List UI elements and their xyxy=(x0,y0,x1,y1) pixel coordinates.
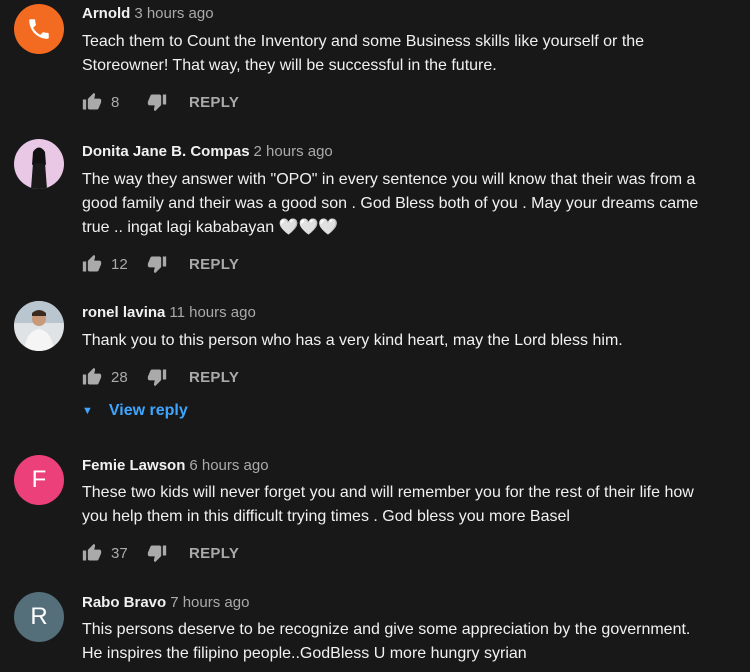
comment-text: This persons deserve to be recognize and… xyxy=(82,621,691,662)
like-count: 12 xyxy=(111,255,128,273)
timestamp[interactable]: 6 hours ago xyxy=(189,457,268,474)
author-name[interactable]: Arnold xyxy=(82,5,130,22)
reply-button[interactable]: REPLY xyxy=(189,94,239,111)
comment-text: Thank you to this person who has a very … xyxy=(82,332,623,349)
comment-header: ronel lavina 11 hours ago xyxy=(82,304,256,321)
reply-button[interactable]: REPLY xyxy=(189,545,239,562)
author-name[interactable]: Femie Lawson xyxy=(82,457,185,474)
comment-actions: 37 REPLY xyxy=(82,543,239,563)
comment-actions: 12 REPLY xyxy=(82,254,239,274)
comment-header: Femie Lawson 6 hours ago xyxy=(82,457,269,474)
like-count: 28 xyxy=(111,368,128,386)
dislike-icon[interactable] xyxy=(147,254,167,274)
caret-down-icon: ▼ xyxy=(82,405,93,417)
avatar[interactable] xyxy=(14,301,64,351)
comment-header: Donita Jane B. Compas 2 hours ago xyxy=(82,143,333,160)
comment-text: The way they answer with "OPO" in every … xyxy=(82,171,699,236)
dislike-icon[interactable] xyxy=(147,92,167,112)
timestamp[interactable]: 11 hours ago xyxy=(169,304,255,321)
avatar[interactable] xyxy=(14,4,64,54)
comment-actions: 28 REPLY xyxy=(82,367,239,387)
view-replies-label: View reply xyxy=(108,402,188,419)
phone-icon xyxy=(29,19,49,39)
comment-header: Rabo Bravo 7 hours ago xyxy=(82,594,249,611)
like-icon[interactable] xyxy=(82,254,102,274)
avatar[interactable]: R xyxy=(14,592,64,642)
author-name[interactable]: Donita Jane B. Compas xyxy=(82,143,250,160)
like-icon[interactable] xyxy=(82,92,102,112)
like-icon[interactable] xyxy=(82,367,102,387)
avatar[interactable]: F xyxy=(14,455,64,505)
timestamp[interactable]: 3 hours ago xyxy=(134,5,213,22)
like-count: 8 xyxy=(111,93,120,111)
person-photo-icon xyxy=(31,147,47,189)
avatar[interactable] xyxy=(14,139,64,189)
comment-actions: 8 REPLY xyxy=(82,92,239,112)
comment-text: These two kids will never forget you and… xyxy=(82,484,694,525)
author-name[interactable]: ronel lavina xyxy=(82,304,165,321)
reply-button[interactable]: REPLY xyxy=(189,369,239,386)
dislike-icon[interactable] xyxy=(147,543,167,563)
timestamp[interactable]: 2 hours ago xyxy=(254,143,333,160)
person-photo-icon xyxy=(14,301,64,351)
like-count: 37 xyxy=(111,544,128,562)
comment-text: Teach them to Count the Inventory and so… xyxy=(82,33,645,74)
comment-header: Arnold 3 hours ago xyxy=(82,5,214,22)
view-replies-button[interactable]: ▼ View reply xyxy=(82,402,188,420)
dislike-icon[interactable] xyxy=(147,367,167,387)
like-icon[interactable] xyxy=(82,543,102,563)
avatar-letter: F xyxy=(31,466,47,493)
author-name[interactable]: Rabo Bravo xyxy=(82,594,166,611)
reply-button[interactable]: REPLY xyxy=(189,256,239,273)
timestamp[interactable]: 7 hours ago xyxy=(170,594,249,611)
avatar-letter: R xyxy=(30,603,48,630)
